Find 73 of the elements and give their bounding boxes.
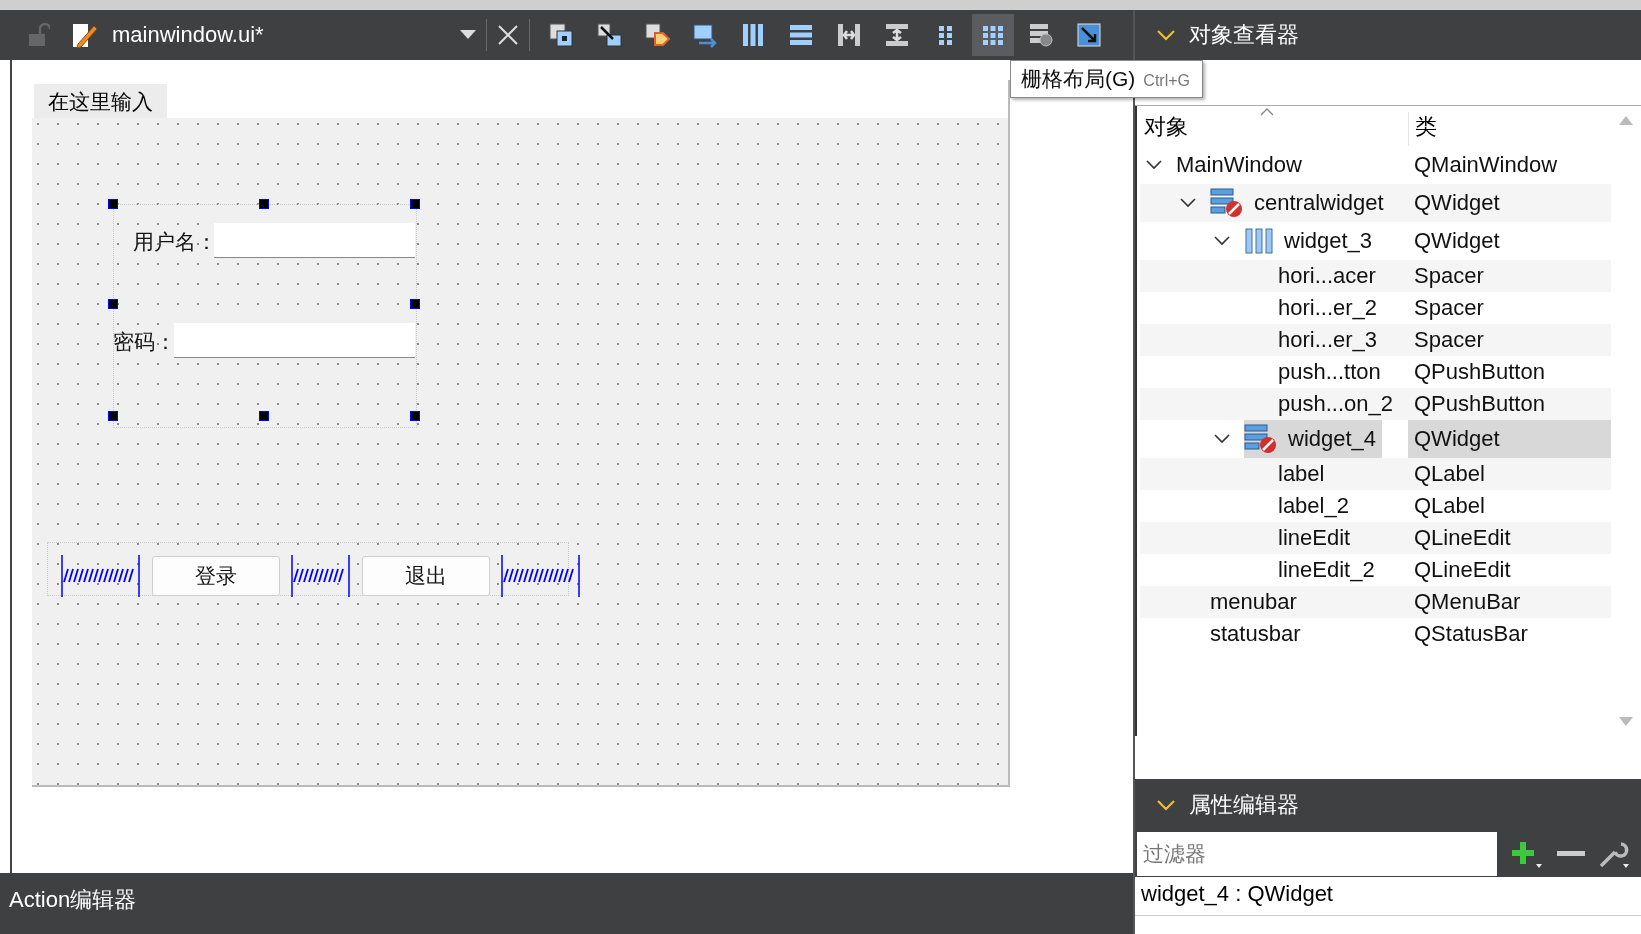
minus-icon[interactable] bbox=[1557, 849, 1585, 859]
spacer-drawing bbox=[291, 555, 350, 597]
panel-title: 对象查看器 bbox=[1189, 21, 1299, 49]
object-name[interactable]: hori...er_3 bbox=[1278, 327, 1378, 353]
class-name: QWidget bbox=[1414, 228, 1500, 254]
object-name[interactable]: push...on_2 bbox=[1278, 391, 1393, 417]
forbidden-layout-icon bbox=[1244, 423, 1278, 455]
resize-handle[interactable] bbox=[410, 298, 420, 309]
class-name: QLineEdit bbox=[1414, 525, 1511, 551]
object-name[interactable]: centralwidget bbox=[1254, 190, 1384, 216]
class-name: QPushButton bbox=[1414, 391, 1545, 417]
horizontal-split-icon bbox=[835, 21, 863, 49]
resize-handle[interactable] bbox=[108, 298, 118, 309]
object-name[interactable]: label bbox=[1278, 461, 1325, 487]
chevron-down-icon[interactable] bbox=[1214, 236, 1230, 246]
field-label: 用户名： bbox=[133, 229, 217, 255]
chevron-down-icon[interactable] bbox=[1180, 198, 1196, 208]
shortcut-text: Ctrl+G bbox=[1143, 72, 1190, 90]
resize-handle[interactable] bbox=[410, 199, 420, 209]
class-name: Spacer bbox=[1414, 263, 1484, 289]
file-name[interactable]: mainwindow.ui* bbox=[112, 22, 460, 48]
object-name[interactable]: MainWindow bbox=[1176, 152, 1302, 178]
object-name[interactable]: lineEdit_2 bbox=[1278, 557, 1375, 583]
object-name[interactable]: label_2 bbox=[1278, 493, 1349, 519]
object-name[interactable]: lineEdit bbox=[1278, 525, 1351, 551]
current-object: widget_4 : QWidget bbox=[1141, 881, 1333, 906]
overlapping-squares-icon bbox=[547, 21, 575, 49]
push-button[interactable]: 退出 bbox=[362, 556, 490, 596]
resize-handle[interactable] bbox=[259, 199, 269, 209]
object-name[interactable]: hori...acer bbox=[1278, 263, 1376, 289]
resize-handle[interactable] bbox=[108, 199, 118, 209]
class-name: QMenuBar bbox=[1414, 589, 1521, 615]
class-name: QPushButton bbox=[1414, 359, 1545, 385]
class-name: QLabel bbox=[1414, 493, 1485, 519]
tag-square-icon bbox=[643, 21, 671, 49]
resize-handle[interactable] bbox=[108, 411, 118, 421]
toolbar-button[interactable] bbox=[972, 14, 1014, 56]
menu-item[interactable]: 在这里输入 bbox=[34, 84, 167, 118]
chevron-down-icon[interactable] bbox=[1146, 160, 1162, 170]
numbered-arrow-icon bbox=[691, 21, 719, 49]
class-name: Spacer bbox=[1414, 295, 1484, 321]
panel-title: Action编辑器 bbox=[9, 887, 137, 912]
resize-handle[interactable] bbox=[259, 411, 269, 421]
sort-caret-icon bbox=[1260, 108, 1274, 116]
class-name: QStatusBar bbox=[1414, 621, 1528, 647]
class-name: QMainWindow bbox=[1414, 152, 1558, 178]
arrow-squares-icon bbox=[595, 21, 623, 49]
input-field[interactable] bbox=[214, 223, 415, 258]
object-name[interactable]: push...tton bbox=[1278, 359, 1381, 385]
column-header[interactable]: 对象 bbox=[1140, 112, 1408, 146]
close-icon[interactable] bbox=[497, 24, 519, 46]
forbidden-layout-icon bbox=[1210, 187, 1244, 219]
object-name[interactable]: hori...er_2 bbox=[1278, 295, 1378, 321]
object-name[interactable]: widget_3 bbox=[1284, 228, 1373, 254]
filter-field[interactable]: 过滤器 bbox=[1137, 832, 1497, 876]
class-name: QWidget bbox=[1414, 426, 1500, 452]
stacked-bars-icon bbox=[1027, 21, 1055, 49]
object-name[interactable]: menubar bbox=[1210, 589, 1297, 615]
chevron-down-icon[interactable] bbox=[1214, 434, 1230, 444]
class-name: Spacer bbox=[1414, 327, 1484, 353]
class-name: QLineEdit bbox=[1414, 557, 1511, 583]
push-button[interactable]: 登录 bbox=[152, 556, 280, 596]
dropdown-arrow-icon[interactable] bbox=[460, 30, 476, 40]
tooltip-label: 栅格布局(G) bbox=[1021, 66, 1136, 92]
vertical-split-icon bbox=[883, 21, 911, 49]
input-field[interactable] bbox=[174, 323, 415, 358]
object-name[interactable]: statusbar bbox=[1210, 621, 1301, 647]
columns-icon bbox=[1244, 227, 1274, 255]
resize-handle[interactable] bbox=[410, 411, 420, 421]
class-name: QWidget bbox=[1414, 190, 1500, 216]
field-label: 密码： bbox=[113, 329, 176, 355]
class-name: QLabel bbox=[1414, 461, 1485, 487]
panel-title: 属性编辑器 bbox=[1189, 791, 1299, 819]
